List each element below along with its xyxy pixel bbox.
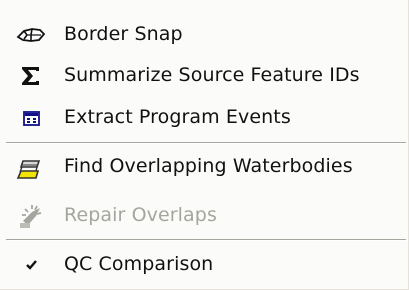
- menu-item-label: Summarize Source Feature IDs: [64, 64, 360, 86]
- menu-item-qc-comparison[interactable]: QC Comparison: [0, 244, 402, 286]
- extract-events-icon: [14, 101, 48, 135]
- sigma-icon: [14, 59, 48, 93]
- menu-item-repair-overlaps[interactable]: Repair Overlaps: [0, 195, 402, 237]
- menu-item-label: Extract Program Events: [64, 106, 291, 128]
- menu-item-summarize-source-feature-ids[interactable]: Summarize Source Feature IDs: [0, 55, 402, 97]
- menu-item-label: Repair Overlaps: [64, 204, 217, 226]
- menu-separator: [6, 142, 406, 144]
- menu-item-label: Border Snap: [64, 23, 183, 45]
- menu-separator: [6, 239, 406, 241]
- repair-overlaps-icon: [14, 199, 48, 233]
- menu-item-find-overlapping-waterbodies[interactable]: Find Overlapping Waterbodies: [0, 146, 402, 188]
- context-menu: Border Snap Summarize Source Feature IDs…: [0, 0, 409, 290]
- border-snap-icon: [14, 18, 48, 52]
- menu-item-label: Find Overlapping Waterbodies: [64, 155, 353, 177]
- menu-item-label: QC Comparison: [64, 253, 214, 275]
- checkmark-icon: [14, 248, 48, 282]
- menu-item-border-snap[interactable]: Border Snap: [0, 14, 402, 56]
- overlapping-waterbodies-icon: [14, 150, 48, 184]
- menu-item-extract-program-events[interactable]: Extract Program Events: [0, 97, 402, 139]
